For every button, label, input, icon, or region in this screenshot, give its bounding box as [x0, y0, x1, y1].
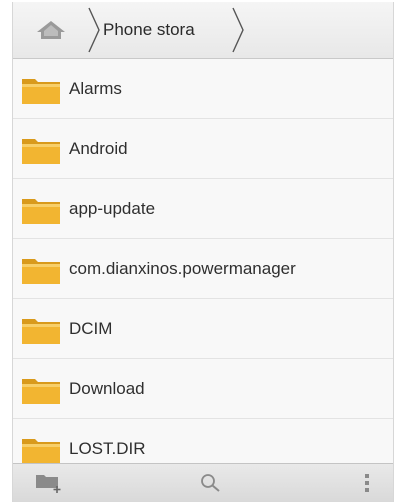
file-name: Download [69, 378, 145, 398]
folder-icon [22, 199, 60, 224]
breadcrumb-separator-icon [232, 7, 244, 53]
new-folder-button[interactable] [29, 468, 69, 498]
home-button[interactable] [19, 8, 83, 52]
file-list: Alarms Android app-update com.dianxinos.… [13, 59, 393, 479]
list-item[interactable]: app-update [13, 179, 393, 239]
breadcrumb-item-phone-storage[interactable]: Phone stora [103, 8, 227, 52]
folder-icon [22, 259, 60, 284]
folder-icon [22, 319, 60, 344]
file-name: app-update [69, 198, 156, 218]
folder-icon [22, 139, 60, 164]
folder-icon [22, 79, 60, 104]
list-item[interactable]: Download [13, 359, 393, 419]
folder-icon [22, 379, 60, 404]
file-name: LOST.DIR [69, 438, 146, 458]
overflow-menu-icon [365, 474, 369, 492]
breadcrumb-bar: Phone stora [13, 2, 393, 59]
overflow-menu-button[interactable] [347, 468, 387, 498]
new-folder-icon [36, 475, 61, 493]
search-icon [201, 474, 220, 492]
list-item[interactable]: DCIM [13, 299, 393, 359]
folder-icon [22, 439, 60, 464]
file-name: DCIM [69, 318, 113, 338]
list-item[interactable]: com.dianxinos.powermanager [13, 239, 393, 299]
file-name: Android [69, 138, 128, 158]
home-icon [37, 21, 65, 39]
file-manager-screen: Phone stora Alarms Android app-update co… [12, 2, 394, 502]
search-button[interactable] [191, 468, 231, 498]
list-item[interactable]: Android [13, 119, 393, 179]
file-name: Alarms [69, 78, 122, 98]
list-item[interactable]: Alarms [13, 59, 393, 119]
breadcrumb-separator-icon [88, 7, 100, 53]
file-name: com.dianxinos.powermanager [69, 258, 296, 278]
bottom-toolbar [13, 463, 393, 502]
